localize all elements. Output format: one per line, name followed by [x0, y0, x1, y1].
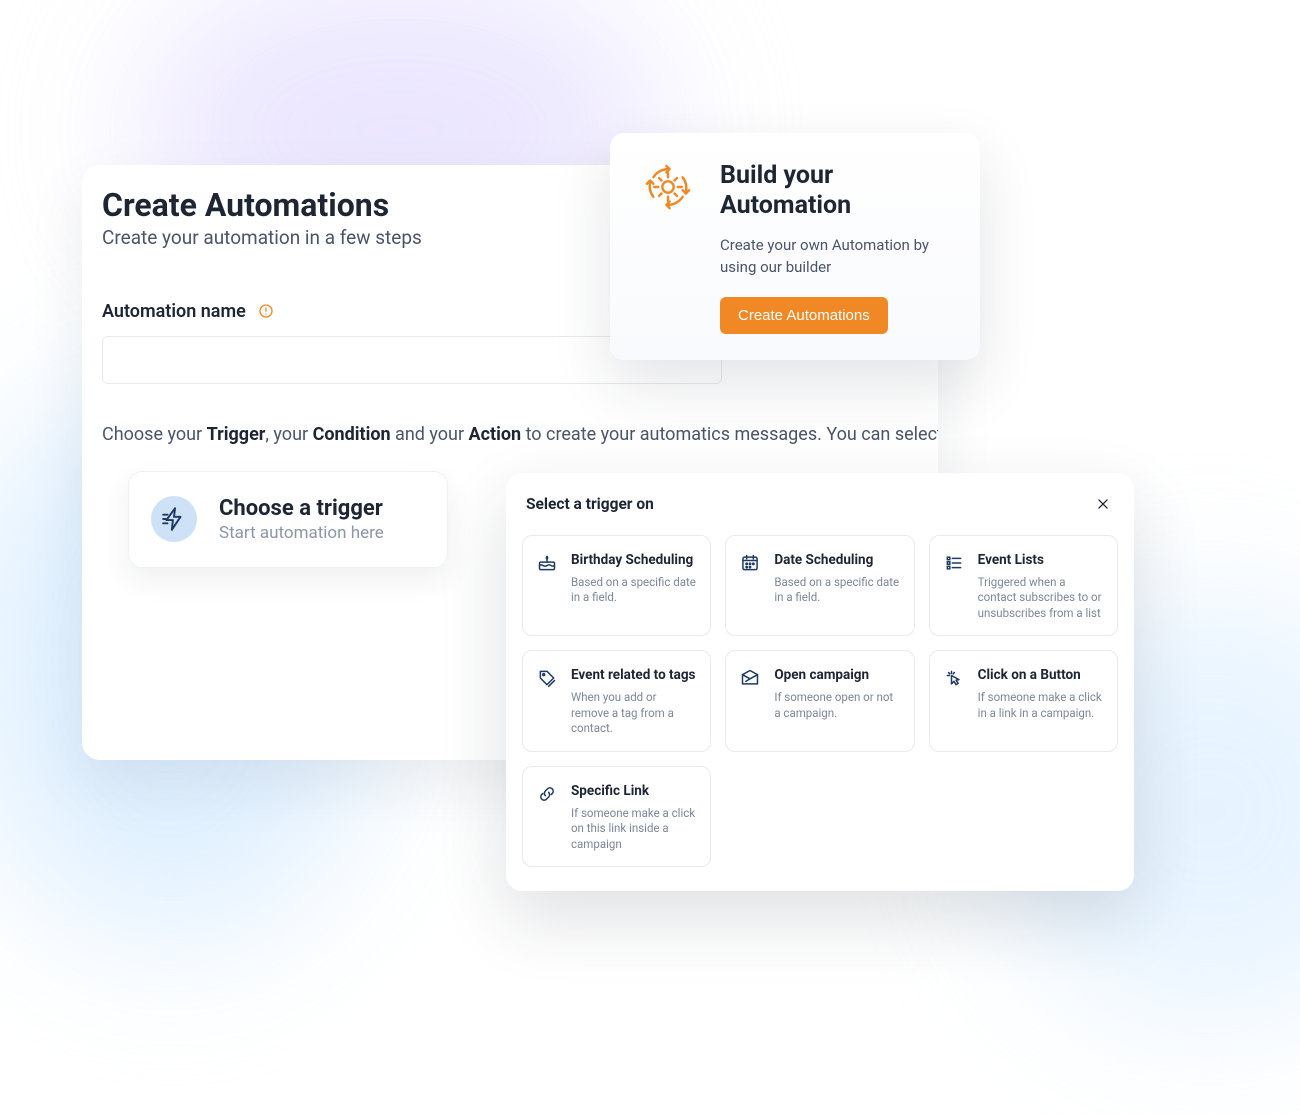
tag-icon: [537, 668, 557, 688]
click-icon: [944, 668, 964, 688]
bolt-icon: [151, 496, 197, 542]
trigger-option-birthday[interactable]: Birthday Scheduling Based on a specific …: [522, 535, 711, 636]
list-icon: [944, 553, 964, 573]
choose-trigger-title: Choose a trigger: [219, 496, 384, 521]
build-card-desc: Create your own Automation by using our …: [720, 235, 950, 279]
trigger-option-event-lists[interactable]: Event Lists Triggered when a contact sub…: [929, 535, 1118, 636]
calendar-icon: [740, 553, 760, 573]
trigger-option-date[interactable]: Date Scheduling Based on a specific date…: [725, 535, 914, 636]
trigger-option-desc: If someone open or not a campaign.: [774, 690, 899, 721]
info-icon[interactable]: [258, 303, 274, 319]
envelope-icon: [740, 668, 760, 688]
trigger-option-title: Birthday Scheduling: [571, 552, 696, 569]
build-card-title: Build your Automation: [720, 161, 950, 221]
trigger-option-desc: When you add or remove a tag from a cont…: [571, 690, 696, 737]
build-automation-card: Build your Automation Create your own Au…: [610, 133, 980, 360]
trigger-option-specific-link[interactable]: Specific Link If someone make a click on…: [522, 766, 711, 867]
trigger-option-desc: Based on a specific date in a field.: [571, 575, 696, 606]
trigger-option-title: Click on a Button: [978, 667, 1103, 684]
link-icon: [537, 784, 557, 804]
choose-trigger-subtitle: Start automation here: [219, 523, 384, 543]
trigger-option-title: Open campaign: [774, 667, 899, 684]
trigger-option-title: Event Lists: [978, 552, 1103, 569]
instruction-text: Choose your Trigger, your Condition and …: [102, 424, 918, 445]
choose-trigger-card[interactable]: Choose a trigger Start automation here: [128, 471, 448, 568]
trigger-option-title: Event related to tags: [571, 667, 696, 684]
trigger-option-click-button[interactable]: Click on a Button If someone make a clic…: [929, 650, 1118, 751]
select-trigger-panel: Select a trigger on B: [506, 473, 1134, 891]
trigger-option-desc: If someone make a click on this link ins…: [571, 806, 696, 853]
trigger-option-title: Specific Link: [571, 783, 696, 800]
trigger-option-desc: Based on a specific date in a field.: [774, 575, 899, 606]
trigger-option-tags[interactable]: Event related to tags When you add or re…: [522, 650, 711, 751]
gear-cycle-icon: [642, 161, 694, 213]
trigger-option-title: Date Scheduling: [774, 552, 899, 569]
select-trigger-title: Select a trigger on: [526, 495, 654, 513]
trigger-option-open-campaign[interactable]: Open campaign If someone open or not a c…: [725, 650, 914, 751]
trigger-option-desc: If someone make a click in a link in a c…: [978, 690, 1103, 721]
close-icon[interactable]: [1092, 493, 1114, 515]
automation-name-label: Automation name: [102, 301, 246, 322]
create-automations-button[interactable]: Create Automations: [720, 297, 888, 334]
birthday-icon: [537, 553, 557, 573]
trigger-option-desc: Triggered when a contact subscribes to o…: [978, 575, 1103, 622]
